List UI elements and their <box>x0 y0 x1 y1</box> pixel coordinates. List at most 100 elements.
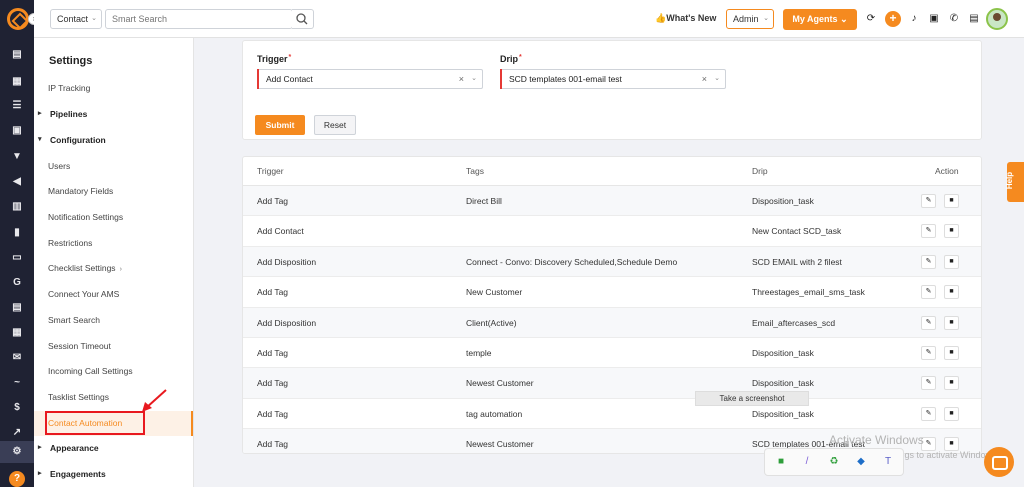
search-button[interactable] <box>292 9 314 29</box>
delete-icon[interactable]: ■ <box>944 224 959 239</box>
add-icon[interactable]: + <box>885 11 901 27</box>
security-icon[interactable]: ◆ <box>855 456 867 468</box>
drip-select[interactable]: SCD templates 001-email test × ⌄ <box>500 69 726 89</box>
documents-icon[interactable]: ▦ <box>10 75 24 89</box>
whats-new-link[interactable]: 👍What's New <box>655 13 716 24</box>
sidebar-item-mandatory-fields[interactable]: Mandatory Fields <box>34 180 193 202</box>
submit-button[interactable]: Submit <box>255 115 305 135</box>
signature-icon[interactable]: ~ <box>10 376 24 390</box>
megaphone-icon[interactable]: ◀ <box>10 175 24 189</box>
sidebar-item-session-timeout[interactable]: Session Timeout <box>34 335 193 357</box>
edit-icon[interactable]: ✎ <box>921 254 936 269</box>
contact-type-select[interactable]: Contact ⌄ <box>50 9 102 29</box>
edit-icon[interactable]: ✎ <box>921 194 936 208</box>
chevron-down-icon: ⌄ <box>91 15 97 22</box>
edit-icon[interactable]: ✎ <box>921 285 936 300</box>
column-header-action: Action <box>935 166 959 176</box>
cell-tags: Client(Active) <box>466 317 517 328</box>
my-agents-button[interactable]: My Agents ⌄ <box>783 9 857 30</box>
notes-icon[interactable]: ▥ <box>10 200 24 214</box>
role-select[interactable]: Admin ⌄ <box>726 9 774 29</box>
sidebar-group-engagements[interactable]: ▸ Engagements <box>34 463 193 485</box>
user-avatar[interactable] <box>986 8 1008 30</box>
search-icon <box>296 13 308 25</box>
clear-icon[interactable]: × <box>702 70 707 88</box>
delete-icon[interactable]: ■ <box>944 346 959 360</box>
dollar-icon[interactable]: $ <box>10 401 24 415</box>
google-icon[interactable]: G <box>10 276 24 290</box>
pen-icon[interactable]: / <box>801 456 813 468</box>
column-header-drip: Drip <box>752 166 768 176</box>
drip-label: Drip* <box>500 54 522 64</box>
automation-form-card: Trigger* Add Contact × ⌄ Drip* SCD templ… <box>242 40 982 140</box>
refresh-icon[interactable]: ⟳ <box>864 12 878 26</box>
top-bar: Contact ⌄ 👍What's New Admin ⌄ My Agents … <box>34 0 1024 38</box>
delete-icon[interactable]: ■ <box>944 194 959 208</box>
notes-icon[interactable]: ▤ <box>967 12 981 26</box>
reset-button[interactable]: Reset <box>314 115 356 135</box>
clear-icon[interactable]: × <box>459 70 464 88</box>
table-row: Add Tag Direct Bill Disposition_task ✎ ■ <box>243 186 981 217</box>
required-mark: * <box>288 54 292 61</box>
delete-icon[interactable]: ■ <box>944 376 959 391</box>
delete-icon[interactable]: ■ <box>944 406 959 421</box>
sheet-icon[interactable]: ▤ <box>10 301 24 315</box>
cell-drip: Disposition_task <box>752 196 814 206</box>
sidebar-item-restrictions[interactable]: Restrictions <box>34 232 193 254</box>
trigger-select[interactable]: Add Contact × ⌄ <box>257 69 483 89</box>
cell-trigger: Add Contact <box>257 226 304 237</box>
list-icon[interactable]: ☰ <box>10 99 24 113</box>
caret-down-icon: ▾ <box>38 136 42 143</box>
shield-check-icon[interactable]: ■ <box>775 456 787 468</box>
sidebar-item-label: Incoming Call Settings <box>48 366 133 376</box>
task-icon[interactable]: ▣ <box>927 12 941 26</box>
settings-gear-icon[interactable]: ⚙ <box>0 441 34 463</box>
help-tab-label: Help <box>1005 171 1015 190</box>
chat-button[interactable] <box>984 447 1014 477</box>
edit-icon[interactable]: ✎ <box>921 376 936 391</box>
table-row: Add Contact New Contact SCD_task ✎ ■ <box>243 216 981 247</box>
table-row: Add Tag tag automation Disposition_task ✎ ■ <box>243 399 981 430</box>
edit-icon[interactable]: ✎ <box>921 406 936 421</box>
cell-trigger: Add Tag <box>257 378 289 389</box>
contacts-icon[interactable]: ▤ <box>10 48 24 62</box>
bell-icon[interactable]: ♪ <box>907 12 921 26</box>
sidebar-group-appearance[interactable]: ▸ Appearance <box>34 437 193 459</box>
sidebar-item-users[interactable]: Users <box>34 155 193 177</box>
sidebar-item-notification-settings[interactable]: Notification Settings <box>34 206 193 228</box>
sidebar-group-configuration[interactable]: ▾ Configuration <box>34 129 193 151</box>
edit-icon[interactable]: ✎ <box>921 346 936 360</box>
sidebar-item-label: Restrictions <box>48 238 93 248</box>
delete-icon[interactable]: ■ <box>944 315 959 330</box>
mail-icon[interactable]: ✉ <box>10 351 24 365</box>
chart-icon[interactable]: ▮ <box>10 226 24 240</box>
help-tab[interactable]: Help <box>1005 162 1024 202</box>
teams-icon[interactable]: T <box>882 456 894 468</box>
edit-icon[interactable]: ✎ <box>921 224 936 239</box>
folder-icon[interactable]: ▭ <box>10 251 24 265</box>
floating-toolbar: ■ / ♻ ◆ T <box>764 448 904 476</box>
id-card-icon[interactable]: ▣ <box>10 124 24 138</box>
table-header: Trigger Tags Drip Action <box>243 157 981 186</box>
trend-icon[interactable]: ↗ <box>10 426 24 440</box>
help-question-icon[interactable]: ? <box>9 471 25 487</box>
calendar-icon[interactable]: ▦ <box>10 326 24 340</box>
trigger-label-text: Trigger <box>257 54 288 64</box>
sidebar-group-pipelines[interactable]: ▸ Pipelines <box>34 103 193 125</box>
sidebar-item-ip-tracking[interactable]: IP Tracking <box>34 77 193 99</box>
phone-icon[interactable]: ✆ <box>947 12 961 26</box>
smart-search-input[interactable] <box>105 9 293 29</box>
edit-icon[interactable]: ✎ <box>921 315 936 330</box>
delete-icon[interactable]: ■ <box>944 254 959 269</box>
caret-right-icon: ▸ <box>38 470 42 477</box>
sidebar-item-checklist-settings[interactable]: Checklist Settings › <box>34 257 193 279</box>
filter-icon[interactable]: ▼ <box>10 150 24 164</box>
sidebar-item-connect-your-ams[interactable]: Connect Your AMS <box>34 283 193 305</box>
sidebar-item-label: Session Timeout <box>48 341 111 351</box>
sidebar-item-incoming-call-settings[interactable]: Incoming Call Settings <box>34 360 193 382</box>
delete-icon[interactable]: ■ <box>944 285 959 300</box>
app-logo[interactable] <box>7 8 29 30</box>
recycle-icon[interactable]: ♻ <box>828 456 840 468</box>
sidebar-item-smart-search[interactable]: Smart Search <box>34 309 193 331</box>
cell-tags: New Customer <box>466 287 523 298</box>
